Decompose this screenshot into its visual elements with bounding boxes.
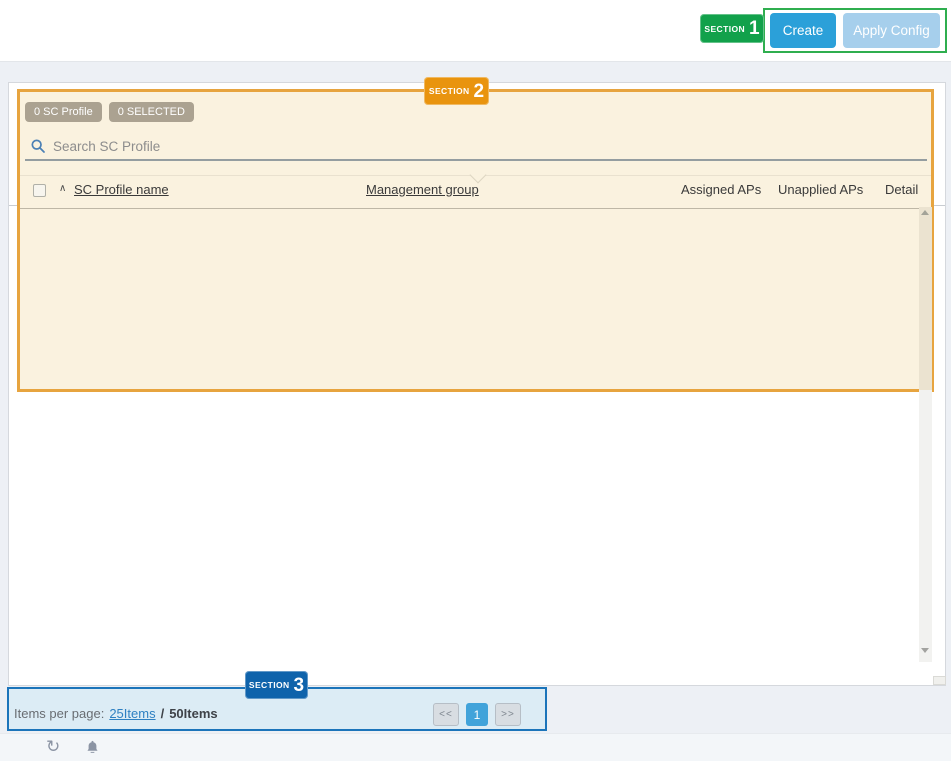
search-icon	[30, 138, 46, 154]
page-size-50-label: 50Items	[169, 706, 217, 721]
column-header-unapplied-aps: Unapplied APs	[778, 182, 863, 197]
column-header-assigned-aps: Assigned APs	[681, 182, 761, 197]
profile-count-badge: 0 SC Profile	[25, 102, 102, 122]
next-page-button[interactable]: >>	[495, 703, 521, 726]
search-input[interactable]	[53, 136, 453, 156]
notification-bell-icon[interactable]	[84, 739, 101, 756]
select-all-checkbox[interactable]	[33, 184, 46, 197]
page-size-separator: /	[161, 706, 165, 721]
column-header-profile-name[interactable]: SC Profile name	[74, 182, 169, 197]
section3-badge-label: SECTION	[249, 680, 290, 690]
page-size-25-link[interactable]: 25Items	[109, 706, 155, 721]
section2-badge-label: SECTION	[429, 86, 470, 96]
section3-badge-number: 3	[294, 676, 305, 695]
apply-config-button[interactable]: Apply Config	[843, 13, 940, 48]
collapse-notch-icon	[470, 167, 487, 184]
scroll-up-icon[interactable]	[921, 210, 929, 215]
items-per-page-group: Items per page: 25Items / 50Items	[14, 706, 218, 721]
items-per-page-label: Items per page:	[14, 706, 104, 721]
column-header-detail: Detail	[885, 182, 918, 197]
status-chip-row: 0 SC Profile 0 SELECTED	[25, 102, 194, 122]
section1-badge: SECTION 1	[700, 14, 764, 43]
current-page-button[interactable]: 1	[466, 703, 488, 726]
scrollbar-corner	[933, 676, 946, 685]
column-header-management-group[interactable]: Management group	[366, 182, 479, 197]
section1-badge-label: SECTION	[704, 24, 745, 34]
top-header: Create Apply Config	[0, 0, 951, 62]
sort-asc-icon: ∧	[59, 183, 66, 194]
section2-highlight-box: 0 SC Profile 0 SELECTED ∧ SC Profile nam…	[17, 89, 934, 392]
create-button[interactable]: Create	[770, 13, 836, 48]
refresh-icon[interactable]: ↻	[46, 736, 60, 758]
prev-page-button[interactable]: <<	[433, 703, 459, 726]
section3-badge: SECTION 3	[245, 671, 308, 699]
section1-badge-number: 1	[749, 19, 760, 38]
scrollbar-track-upper[interactable]	[919, 207, 932, 390]
scrollbar-track-lower[interactable]	[919, 390, 932, 662]
scroll-down-icon[interactable]	[921, 648, 929, 653]
table-header-divider-tinted	[20, 208, 931, 209]
section2-badge: SECTION 2	[424, 77, 489, 105]
search-underline	[25, 159, 927, 161]
bottom-status-bar: ↻	[0, 733, 951, 761]
selected-count-badge: 0 SELECTED	[109, 102, 194, 122]
section2-badge-number: 2	[474, 82, 485, 101]
